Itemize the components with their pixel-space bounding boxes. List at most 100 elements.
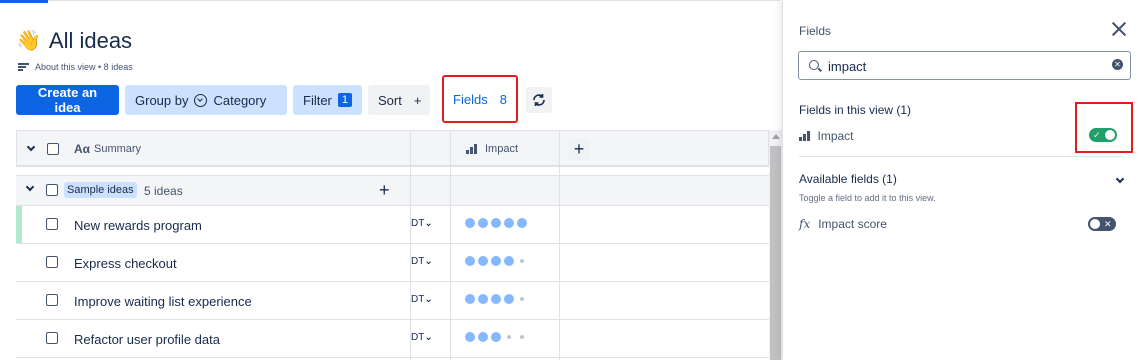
- rating-dot-filled: [465, 256, 475, 266]
- collapse-group-chevron-icon[interactable]: [25, 182, 35, 192]
- view-meta[interactable]: About this view • 8 ideas: [18, 62, 133, 72]
- view-toolbar: Create an idea Group by Category Filter …: [16, 75, 552, 123]
- scroll-up-arrow-icon[interactable]: [772, 134, 780, 139]
- fields-button[interactable]: Fields 8: [442, 75, 518, 123]
- available-fields-hint: Toggle a field to add it to this view.: [799, 193, 936, 203]
- row-checkbox[interactable]: [46, 294, 58, 306]
- column-divider: [450, 130, 451, 360]
- idea-summary[interactable]: Improve waiting list experience: [74, 294, 252, 309]
- group-tag: Sample ideas: [64, 182, 137, 198]
- table-row[interactable]: Improve waiting list experience DT⌄: [16, 282, 769, 320]
- impact-rating[interactable]: [465, 218, 527, 228]
- category-chip-text: DT: [411, 256, 425, 267]
- field-search-input[interactable]: impact ✕: [798, 51, 1131, 80]
- clear-search-icon[interactable]: ✕: [1112, 59, 1123, 70]
- summary-column-header[interactable]: Summary: [94, 143, 141, 155]
- waving-hand-emoji-icon: 👋: [16, 30, 41, 52]
- search-icon: [809, 60, 819, 70]
- rating-dot-filled: [478, 332, 488, 342]
- panel-title: Fields: [799, 24, 832, 38]
- group-row: Sample ideas 5 ideas +: [16, 175, 769, 206]
- field-item-impact-score: fx Impact score: [799, 217, 887, 231]
- formula-icon: fx: [799, 217, 811, 231]
- add-column-button[interactable]: +: [568, 138, 590, 160]
- sort-label: Sort: [378, 92, 402, 108]
- close-icon[interactable]: [1110, 20, 1128, 38]
- row-checkbox[interactable]: [46, 218, 58, 230]
- group-count: 5 ideas: [144, 184, 183, 198]
- fields-panel: Fields impact ✕ Fields in this view (1) …: [782, 0, 1139, 360]
- impact-rating[interactable]: [465, 256, 527, 266]
- idea-summary[interactable]: New rewards program: [74, 218, 202, 233]
- toggle-knob: [1090, 219, 1100, 229]
- rating-dot-empty: [520, 297, 524, 301]
- rating-dot-filled: [465, 294, 475, 304]
- scrollbar-thumb[interactable]: [770, 146, 781, 360]
- plus-icon: +: [413, 92, 422, 108]
- active-tab-indicator: [0, 0, 48, 3]
- cross-icon: ✕: [1104, 219, 1112, 229]
- table-row[interactable]: Express checkout DT⌄: [16, 244, 769, 282]
- table-row[interactable]: New rewards program DT⌄: [16, 206, 769, 244]
- text-type-icon: Aα: [74, 142, 91, 156]
- impact-rating[interactable]: [465, 294, 527, 304]
- row-checkbox[interactable]: [46, 256, 58, 268]
- category-chip-text: DT: [411, 218, 425, 229]
- filter-button[interactable]: Filter 1: [293, 85, 362, 115]
- create-idea-button[interactable]: Create an idea: [16, 85, 119, 115]
- column-divider: [410, 130, 411, 360]
- rating-dot-filled: [465, 332, 475, 342]
- filter-label: Filter: [303, 92, 332, 108]
- add-idea-to-group-button[interactable]: +: [379, 181, 390, 199]
- available-fields-heading[interactable]: Available fields (1): [799, 172, 897, 186]
- idea-summary[interactable]: Refactor user profile data: [74, 332, 220, 347]
- field-item-impact: Impact: [799, 129, 854, 143]
- rating-dot-filled: [491, 332, 501, 342]
- impact-rating-icon: [466, 144, 477, 154]
- chevron-down-icon: ⌄: [424, 218, 433, 229]
- table-header: Aα Summary Impact +: [16, 130, 769, 167]
- impact-score-toggle[interactable]: ✕: [1088, 217, 1116, 231]
- column-divider: [559, 130, 560, 360]
- select-all-checkbox[interactable]: [47, 143, 59, 155]
- auto-refresh-icon[interactable]: [526, 87, 552, 113]
- table-scrollbar[interactable]: [769, 130, 782, 360]
- category-chip-text: DT: [411, 294, 425, 305]
- category-chip[interactable]: DT⌄: [411, 256, 433, 267]
- filter-count-badge: 1: [337, 93, 353, 107]
- rating-dot-filled: [517, 218, 527, 228]
- select-group-checkbox[interactable]: [46, 184, 58, 196]
- row-color-accent: [16, 206, 22, 243]
- impact-rating-icon: [799, 131, 810, 141]
- row-checkbox[interactable]: [46, 332, 58, 344]
- rating-dot-filled: [504, 256, 514, 266]
- rating-dot-filled: [491, 294, 501, 304]
- category-chip[interactable]: DT⌄: [411, 332, 433, 343]
- idea-summary[interactable]: Express checkout: [74, 256, 177, 271]
- collapse-all-chevron-icon[interactable]: [26, 142, 36, 152]
- rating-dot-empty: [520, 259, 524, 263]
- field-name: Impact score: [818, 217, 887, 231]
- impact-column-header[interactable]: Impact: [485, 143, 518, 155]
- fields-in-view-heading: Fields in this view (1): [799, 103, 912, 117]
- chevron-circle-icon: [194, 93, 208, 107]
- chevron-down-icon: ⌄: [424, 332, 433, 343]
- rating-dot-filled: [504, 218, 514, 228]
- category-chip-text: DT: [411, 332, 425, 343]
- sort-button[interactable]: Sort +: [368, 85, 430, 115]
- rating-dot-empty: [507, 335, 511, 339]
- page-title: All ideas: [48, 28, 133, 53]
- table-row[interactable]: Refactor user profile data DT⌄: [16, 320, 769, 358]
- page-header: 👋 All ideas: [16, 28, 132, 54]
- top-tab-strip: [0, 0, 780, 4]
- highlight-annotation: [1075, 102, 1133, 153]
- rating-dot-filled: [465, 218, 475, 228]
- category-chip[interactable]: DT⌄: [411, 218, 433, 229]
- group-by-button[interactable]: Group by Category: [125, 85, 287, 115]
- category-chip[interactable]: DT⌄: [411, 294, 433, 305]
- chevron-down-icon[interactable]: [1115, 174, 1125, 184]
- rating-dot-filled: [478, 294, 488, 304]
- view-meta-text: About this view • 8 ideas: [35, 62, 133, 72]
- ideas-table: Aα Summary Impact + Sample ideas 5 ideas…: [16, 130, 769, 360]
- impact-rating[interactable]: [465, 332, 527, 342]
